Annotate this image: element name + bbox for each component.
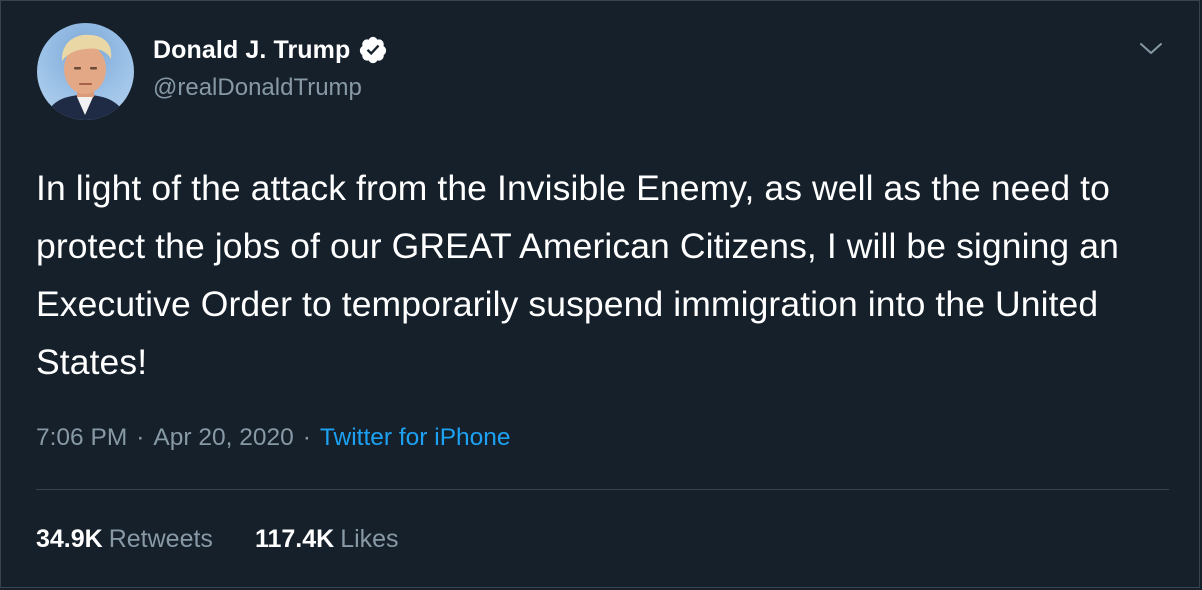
divider	[36, 489, 1169, 490]
retweets-count: 34.9K	[36, 525, 103, 553]
chevron-down-icon[interactable]	[1139, 39, 1163, 59]
tweet-text: In light of the attack from the Invisibl…	[36, 168, 1119, 382]
tweet-time[interactable]: 7:06 PM	[36, 424, 127, 452]
tweet-date[interactable]: Apr 20, 2020	[153, 424, 293, 452]
likes-stat[interactable]: 117.4K Likes	[255, 525, 399, 554]
tweet-stats: 34.9K Retweets 117.4K Likes	[36, 525, 399, 554]
meta-separator: ·	[136, 424, 145, 451]
likes-label: Likes	[340, 525, 399, 553]
retweets-stat[interactable]: 34.9K Retweets	[36, 525, 213, 554]
tweet-meta: 7:06 PM · Apr 20, 2020 · Twitter for iPh…	[36, 424, 511, 452]
meta-separator: ·	[302, 424, 311, 451]
avatar[interactable]	[37, 23, 134, 120]
verified-badge-icon	[358, 35, 388, 65]
tweet-source-link[interactable]: Twitter for iPhone	[320, 424, 511, 452]
author-name[interactable]: Donald J. Trump	[153, 36, 350, 65]
author-name-row[interactable]: Donald J. Trump	[153, 35, 388, 65]
retweets-label: Retweets	[108, 525, 213, 553]
author-handle[interactable]: @realDonaldTrump	[153, 74, 362, 102]
likes-count: 117.4K	[254, 525, 335, 553]
tweet-card: Donald J. Trump @realDonaldTrump In ligh…	[0, 0, 1200, 588]
